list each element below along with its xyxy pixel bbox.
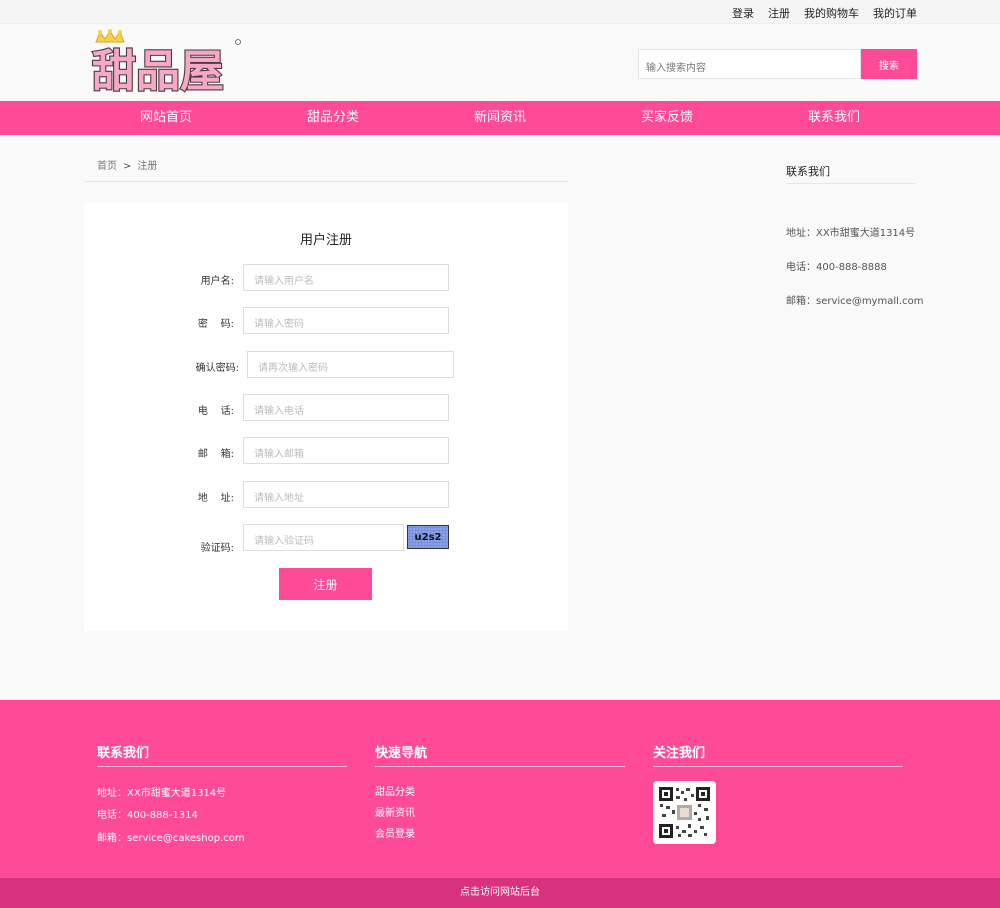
footer-contact-title: 联系我们 [97, 742, 347, 767]
footer-email: 邮箱：service@cakeshop.com [97, 833, 245, 844]
confirm-password-input[interactable]: 请再次输入密码 [247, 351, 454, 378]
crown-icon [95, 29, 125, 43]
cart-link[interactable]: 我的购物车 [804, 5, 859, 21]
breadcrumb: 首页 > 注册 [84, 157, 568, 182]
register-title: 用户注册 [299, 233, 352, 248]
nav-feedback[interactable]: 买家反馈 [607, 101, 727, 135]
footer-link-news[interactable]: 最新资讯 [375, 804, 415, 819]
form-row-captcha: 验证码: 请输入验证码 [84, 524, 568, 554]
form-row-email: 邮 箱: 请输入邮箱 [84, 437, 568, 465]
nav-categories[interactable]: 甜品分类 [273, 101, 393, 135]
address-label: 地 址: [197, 493, 234, 504]
confirm-password-label: 确认密码: [195, 363, 239, 374]
breadcrumb-separator: > [123, 161, 132, 172]
top-links: 登录 注册 我的购物车 我的订单 [732, 5, 917, 21]
address-input[interactable]: 请输入地址 [243, 481, 449, 508]
header: 甜品屋 输入搜索内容 搜索 [0, 24, 1000, 101]
breadcrumb-current: 注册 [137, 161, 158, 172]
logo-text: 甜品屋 [92, 46, 224, 94]
top-bar: 登录 注册 我的购物车 我的订单 [0, 0, 1000, 24]
login-link[interactable]: 登录 [732, 5, 754, 21]
captcha-label: 验证码: [200, 543, 234, 554]
qr-code-icon [653, 781, 716, 844]
form-row-phone: 电 话: 请输入电话 [84, 394, 568, 422]
sidebar-title: 联系我们 [786, 157, 916, 184]
nav-home[interactable]: 网站首页 [106, 101, 226, 135]
nav-contact[interactable]: 联系我们 [774, 101, 894, 135]
sidebar-email: 邮箱：service@mymall.com [786, 296, 924, 307]
sidebar-address: 地址：XX市甜蜜大道1314号 [786, 228, 916, 239]
captcha-image[interactable]: u2s2 [407, 525, 449, 549]
register-button[interactable]: 注册 [279, 568, 372, 600]
footer-quicknav-title: 快速导航 [375, 742, 625, 767]
phone-label: 电 话: [197, 406, 234, 417]
register-link[interactable]: 注册 [768, 5, 790, 21]
username-label: 用户名: [200, 276, 234, 287]
phone-input[interactable]: 请输入电话 [243, 394, 449, 421]
password-input[interactable]: 请输入密码 [243, 307, 449, 334]
footer-phone: 电话：400-888-1314 [97, 810, 198, 821]
footer-link-login[interactable]: 会员登录 [375, 825, 415, 840]
search-bar: 输入搜索内容 搜索 [638, 49, 917, 79]
captcha-input[interactable]: 请输入验证码 [243, 524, 404, 551]
footer-follow: 关注我们 [653, 742, 903, 844]
footer-follow-title: 关注我们 [653, 742, 903, 767]
orders-link[interactable]: 我的订单 [873, 5, 917, 21]
footer-link-categories[interactable]: 甜品分类 [375, 783, 415, 798]
sidebar-contact: 联系我们 地址：XX市甜蜜大道1314号 电话：400-888-8888 邮箱：… [786, 157, 924, 307]
site-logo[interactable]: 甜品屋 [90, 28, 242, 94]
main-nav: 网站首页 甜品分类 新闻资讯 买家反馈 联系我们 [0, 101, 1000, 135]
sidebar-phone: 电话：400-888-8888 [786, 262, 887, 273]
footer-contact: 联系我们 地址：XX市甜蜜大道1314号 电话：400-888-1314 邮箱：… [97, 742, 347, 844]
email-label: 邮 箱: [197, 449, 234, 460]
password-label: 密 码: [197, 319, 234, 330]
footer-address: 地址：XX市甜蜜大道1314号 [97, 788, 227, 799]
form-row-username: 用户名: 请输入用户名 [84, 264, 568, 292]
email-input[interactable]: 请输入邮箱 [243, 437, 449, 464]
form-row-password: 密 码: 请输入密码 [84, 307, 568, 335]
footer: 联系我们 地址：XX市甜蜜大道1314号 电话：400-888-1314 邮箱：… [0, 700, 1000, 878]
form-row-address: 地 址: 请输入地址 [84, 481, 568, 509]
form-row-confirm-password: 确认密码: 请再次输入密码 [84, 351, 568, 379]
username-input[interactable]: 请输入用户名 [243, 264, 449, 291]
footer-quicknav: 快速导航 甜品分类 最新资讯 会员登录 [375, 742, 625, 840]
register-panel: 用户注册 用户名: 请输入用户名 密 码: 请输入密码 确认密码: 请再次输入密… [84, 203, 568, 631]
search-input[interactable]: 输入搜索内容 [638, 49, 861, 79]
breadcrumb-home[interactable]: 首页 [97, 161, 117, 172]
nav-news[interactable]: 新闻资讯 [440, 101, 560, 135]
admin-link[interactable]: 点击访问网站后台 [0, 878, 1000, 908]
search-button[interactable]: 搜索 [861, 49, 917, 79]
